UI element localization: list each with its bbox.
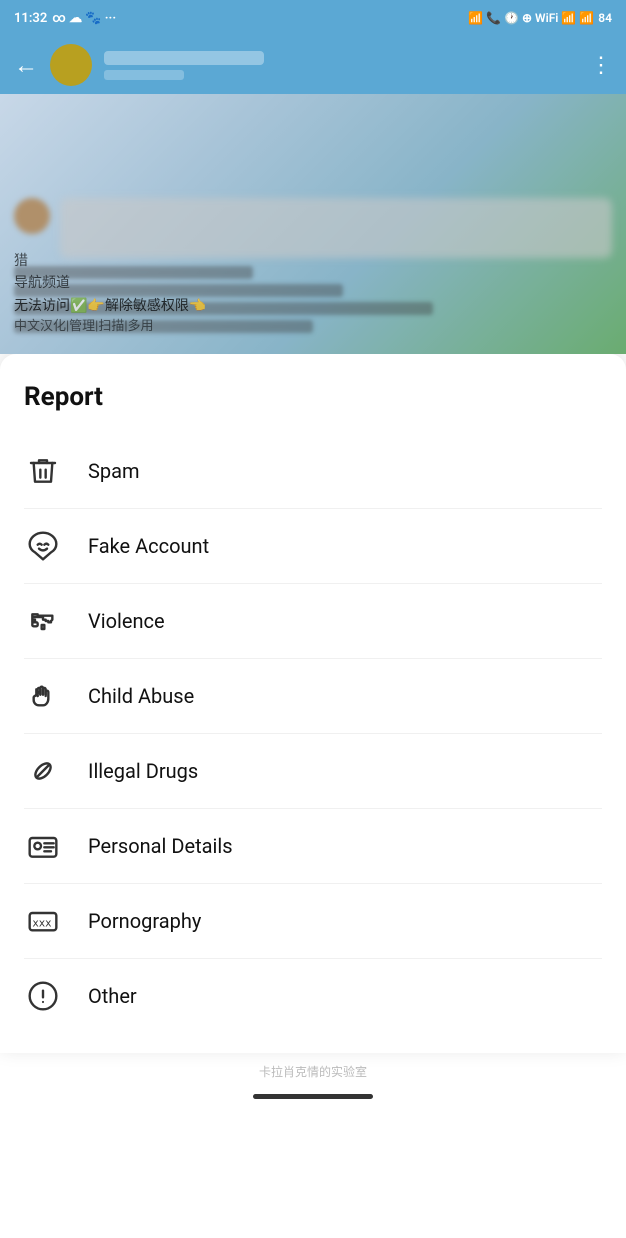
nav-avatar <box>50 44 92 86</box>
status-signal: 📶 📞 🕐 ⊕ WiFi 📶 📶 <box>468 11 594 25</box>
home-bar <box>253 1094 373 1099</box>
other-label: Other <box>88 984 137 1008</box>
chat-line-text-2: 导航频道 <box>14 272 206 294</box>
report-item-pornography[interactable]: xxx Pornography <box>24 884 602 959</box>
child-abuse-label: Child Abuse <box>88 684 194 708</box>
more-button[interactable]: ⋮ <box>590 53 612 78</box>
report-item-illegal-drugs[interactable]: Illegal Drugs <box>24 734 602 809</box>
fake-account-label: Fake Account <box>88 534 209 558</box>
nav-title-area <box>104 51 578 80</box>
nav-subtitle-blur <box>104 70 184 80</box>
status-battery: 84 <box>598 11 612 25</box>
illegal-drugs-label: Illegal Drugs <box>88 759 198 783</box>
chat-line-text-1: 猎 <box>14 250 206 272</box>
trash-icon <box>24 452 62 490</box>
hand-icon <box>24 677 62 715</box>
chat-sub-line: 中文汉化|管理|扫描|多用 <box>14 317 206 338</box>
status-right: 📶 📞 🕐 ⊕ WiFi 📶 📶 84 <box>468 11 612 25</box>
personal-details-label: Personal Details <box>88 834 233 858</box>
pill-icon <box>24 752 62 790</box>
report-sheet: Report Spam Fake Account <box>0 354 626 1053</box>
chat-avatar-blur <box>14 198 50 234</box>
exclamation-icon <box>24 977 62 1015</box>
nav-title-blur <box>104 51 264 65</box>
chat-row-1 <box>14 198 612 258</box>
watermark-text: 卡拉肖克情的实验室 <box>259 1065 367 1079</box>
report-title: Report <box>24 382 602 412</box>
mask-icon <box>24 527 62 565</box>
home-indicator <box>0 1084 626 1105</box>
report-item-other[interactable]: Other <box>24 959 602 1033</box>
status-left: 11:32 ∞ ☁ 🐾 ··· <box>14 11 116 26</box>
status-bar: 11:32 ∞ ☁ 🐾 ··· 📶 📞 🕐 ⊕ WiFi 📶 📶 84 <box>0 0 626 36</box>
pornography-label: Pornography <box>88 909 201 933</box>
chat-preview: 猎 导航频道 无法访问✅👉解除敏感权限👈 中文汉化|管理|扫描|多用 <box>0 94 626 354</box>
back-button[interactable]: ← <box>14 53 38 77</box>
watermark: 卡拉肖克情的实验室 <box>0 1053 626 1084</box>
id-card-icon <box>24 827 62 865</box>
chat-bubble-blur <box>60 198 612 258</box>
status-infinity: ∞ ☁ 🐾 ··· <box>52 11 116 26</box>
chat-emoji-line: 无法访问✅👉解除敏感权限👈 <box>14 295 206 317</box>
spam-label: Spam <box>88 459 140 483</box>
report-item-violence[interactable]: Violence <box>24 584 602 659</box>
status-time: 11:32 <box>14 11 47 26</box>
report-item-fake-account[interactable]: Fake Account <box>24 509 602 584</box>
report-item-child-abuse[interactable]: Child Abuse <box>24 659 602 734</box>
report-item-spam[interactable]: Spam <box>24 434 602 509</box>
gun-icon <box>24 602 62 640</box>
chat-overlay: 猎 导航频道 无法访问✅👉解除敏感权限👈 中文汉化|管理|扫描|多用 <box>14 250 206 338</box>
nav-bar: ← ⋮ <box>0 36 626 94</box>
report-item-personal-details[interactable]: Personal Details <box>24 809 602 884</box>
svg-text:xxx: xxx <box>32 916 52 929</box>
xxx-icon: xxx <box>24 902 62 940</box>
violence-label: Violence <box>88 609 165 633</box>
